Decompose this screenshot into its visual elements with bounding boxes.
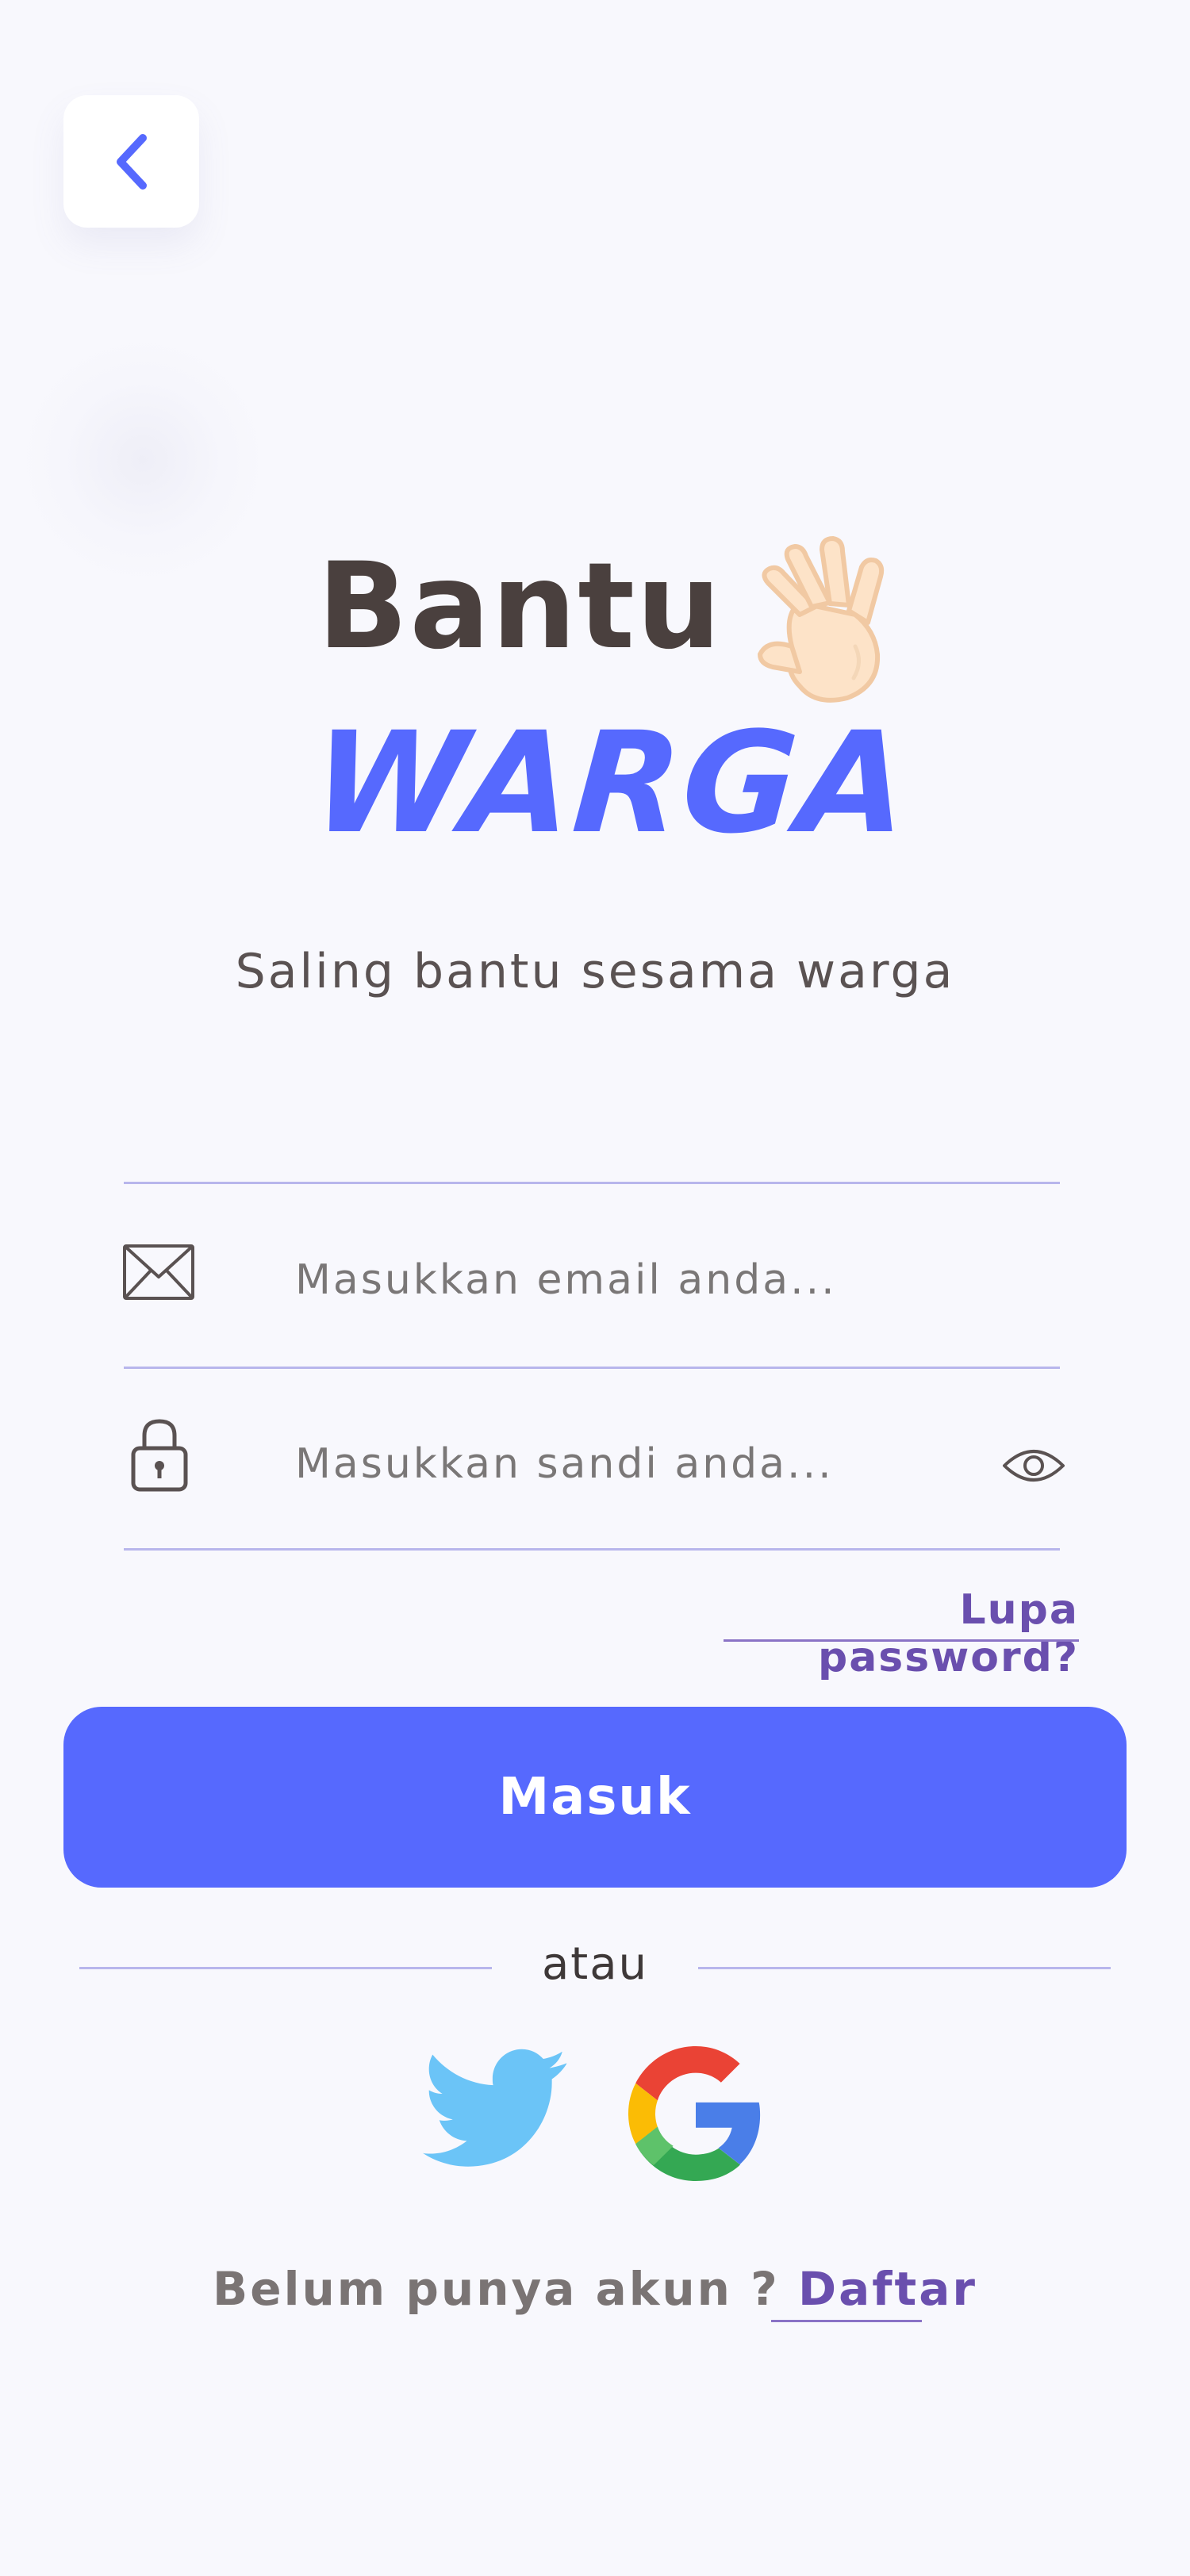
- forgot-password-link[interactable]: Lupa password?: [718, 1586, 1079, 1681]
- twitter-login-button[interactable]: [423, 2046, 570, 2173]
- signup-row: Belum punya akun ? Daftar: [0, 2262, 1190, 2316]
- divider-line-left: [79, 1967, 492, 1969]
- chevron-left-icon: [116, 133, 147, 190]
- email-field-top-border: [124, 1182, 1060, 1184]
- waving-hand-icon: [736, 527, 927, 718]
- lock-icon: [130, 1416, 189, 1496]
- background-decoration: [16, 333, 270, 587]
- back-button[interactable]: [63, 95, 199, 228]
- brand-title-warga: WARGA: [307, 702, 915, 864]
- email-field-bottom-border: [124, 1367, 1060, 1369]
- twitter-icon: [423, 2049, 567, 2167]
- eye-icon[interactable]: [1001, 1442, 1066, 1489]
- email-input[interactable]: Masukkan email anda...: [295, 1256, 837, 1304]
- google-login-button[interactable]: [628, 2046, 763, 2181]
- signup-prompt: Belum punya akun ?: [213, 2262, 798, 2316]
- password-input[interactable]: Masukkan sandi anda...: [295, 1440, 834, 1488]
- google-icon: [628, 2046, 761, 2181]
- password-field-bottom-border: [124, 1548, 1060, 1551]
- brand-title-bantu: Bantu: [317, 538, 723, 676]
- login-button[interactable]: Masuk: [63, 1707, 1127, 1888]
- signup-link[interactable]: Daftar: [798, 2262, 977, 2316]
- envelope-icon: [122, 1244, 195, 1304]
- forgot-password-underline: [724, 1639, 1079, 1642]
- signup-link-underline: [771, 2320, 922, 2322]
- divider-line-right: [698, 1967, 1111, 1969]
- divider-label: atau: [541, 1938, 649, 1990]
- tagline: Saling bantu sesama warga: [235, 944, 955, 999]
